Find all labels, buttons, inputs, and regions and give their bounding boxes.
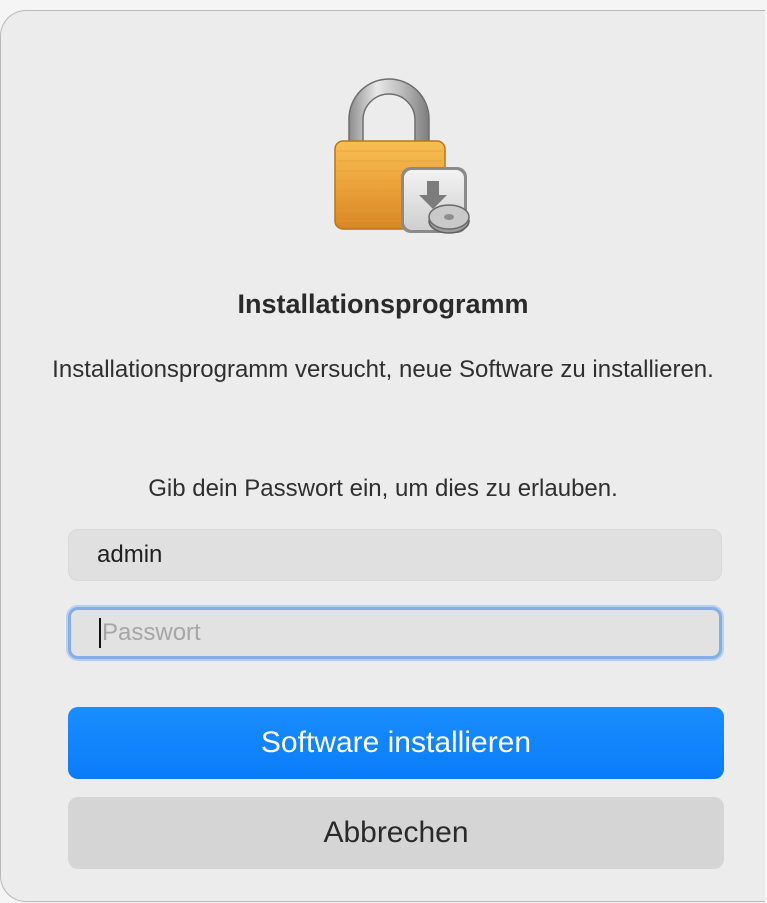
dialog-message: Installationsprogramm versucht, neue Sof… <box>52 356 714 383</box>
authorization-dialog: Installationsprogramm Installationsprogr… <box>0 10 765 902</box>
username-value: admin <box>97 541 163 568</box>
password-prompt: Gib dein Passwort ein, um dies zu erlaub… <box>148 475 618 502</box>
password-placeholder: Passwort <box>102 619 201 646</box>
dialog-title: Installationsprogramm <box>237 289 529 319</box>
cancel-button[interactable]: Abbrechen <box>68 797 724 869</box>
cancel-label: Abbrechen <box>323 816 469 849</box>
password-field[interactable]: Passwort <box>68 607 722 659</box>
username-field[interactable]: admin <box>68 529 722 581</box>
lock-installer-icon <box>334 78 470 234</box>
install-software-button[interactable]: Software installieren <box>68 707 724 779</box>
text-cursor <box>99 618 101 648</box>
install-software-label: Software installieren <box>260 726 532 759</box>
